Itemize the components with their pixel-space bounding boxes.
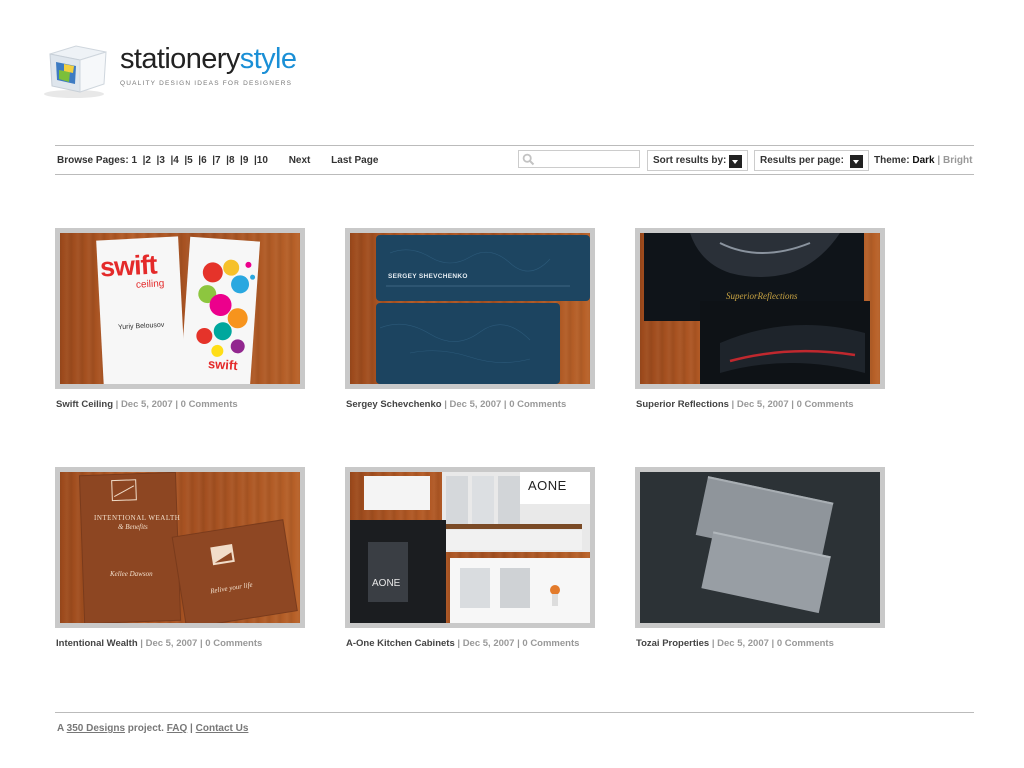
business-card-artwork <box>96 236 261 384</box>
theme-switcher: Theme: Dark | Bright <box>874 155 973 166</box>
theme-label: Theme: <box>874 155 910 166</box>
gallery-thumbnail[interactable]: SERGEY SHEVCHENKO <box>345 228 595 389</box>
350-designs-link[interactable]: 350 Designs <box>67 723 125 734</box>
page-link-10[interactable]: 10 <box>257 155 268 166</box>
post-date: Dec 5, 2007 <box>449 399 502 410</box>
comments-link[interactable]: 0 Comments <box>205 638 262 649</box>
post-date: Dec 5, 2007 <box>736 399 789 410</box>
chevron-down-icon <box>729 155 742 168</box>
card-brand-back: swift <box>207 355 239 374</box>
site-logo[interactable]: stationerystyle QUALITY DESIGN IDEAS FOR… <box>40 40 340 100</box>
business-card-artwork <box>644 233 870 384</box>
gallery-caption: A-One Kitchen Cabinets | Dec 5, 2007 | 0… <box>346 638 580 649</box>
business-card-artwork <box>350 472 590 623</box>
gallery-thumbnail[interactable]: AONE AONE <box>345 467 595 628</box>
business-card-artwork <box>695 476 834 614</box>
post-title-link[interactable]: Intentional Wealth <box>56 638 138 649</box>
post-date: Dec 5, 2007 <box>462 638 515 649</box>
card-sub: & Benefits <box>118 523 148 531</box>
gallery-thumbnail[interactable]: INTENTIONAL WEALTH & Benefits Kellee Daw… <box>55 467 305 628</box>
results-per-page-dropdown[interactable]: Results per page: <box>754 150 869 171</box>
page-link-2[interactable]: 2 <box>145 155 151 166</box>
stationery-box-icon <box>44 45 107 98</box>
gallery-caption: Superior Reflections | Dec 5, 2007 | 0 C… <box>636 399 854 410</box>
intentional-wealth-preview: INTENTIONAL WEALTH & Benefits Kellee Daw… <box>60 472 300 623</box>
gallery-thumbnail[interactable]: swift ceiling Yuriy Belousov swift <box>55 228 305 389</box>
card-person-name: Kellee Dawson <box>110 570 153 578</box>
contact-us-link[interactable]: Contact Us <box>196 723 249 734</box>
page-link-6[interactable]: 6 <box>201 155 207 166</box>
card-brand: INTENTIONAL WEALTH <box>94 514 181 522</box>
page-link-8[interactable]: 8 <box>229 155 235 166</box>
gallery-caption: Tozai Properties | Dec 5, 2007 | 0 Comme… <box>636 638 834 649</box>
post-title-link[interactable]: Sergey Schevchenko <box>346 399 442 410</box>
next-page-link[interactable]: Next <box>289 155 311 166</box>
results-per-page-label: Results per page: <box>760 155 844 166</box>
card-person-name: SERGEY SHEVCHENKO <box>388 273 468 280</box>
search-box <box>518 150 640 168</box>
theme-dark-option[interactable]: Dark <box>912 155 934 166</box>
card-brand: AONE <box>528 478 567 493</box>
business-card-artwork <box>376 235 590 384</box>
sergey-schevchenko-preview: SERGEY SHEVCHENKO <box>350 233 590 384</box>
site-title: stationerystyle <box>120 43 297 75</box>
business-card-artwork <box>78 472 298 623</box>
chevron-down-icon <box>850 155 863 168</box>
theme-bright-option[interactable]: Bright <box>943 155 972 166</box>
gallery-caption: Swift Ceiling | Dec 5, 2007 | 0 Comments <box>56 399 238 410</box>
page-link-5[interactable]: 5 <box>187 155 193 166</box>
footer-suffix: project. <box>127 723 164 734</box>
comments-link[interactable]: 0 Comments <box>777 638 834 649</box>
site-tagline: QUALITY DESIGN IDEAS FOR DESIGNERS <box>120 80 293 87</box>
gallery-caption: Sergey Schevchenko | Dec 5, 2007 | 0 Com… <box>346 399 567 410</box>
page-link-4[interactable]: 4 <box>173 155 179 166</box>
browse-pages-label: Browse Pages: <box>57 155 129 166</box>
gallery-thumbnail[interactable]: SuperiorReflections <box>635 228 885 389</box>
gallery-thumbnail[interactable] <box>635 467 885 628</box>
sort-results-label: Sort results by: <box>653 155 727 166</box>
post-title-link[interactable]: Superior Reflections <box>636 399 729 410</box>
results-toolbar: Browse Pages: 1 |2 |3 |4 |5 |6 |7 |8 |9 … <box>55 145 974 175</box>
last-page-link[interactable]: Last Page <box>331 155 378 166</box>
post-title-link[interactable]: Swift Ceiling <box>56 399 113 410</box>
footer-prefix: A <box>57 723 64 734</box>
footer-divider <box>55 712 974 713</box>
a-one-kitchen-cabinets-preview: AONE AONE <box>350 472 590 623</box>
page-link-1[interactable]: 1 <box>131 155 137 166</box>
superior-reflections-preview: SuperiorReflections <box>640 233 880 384</box>
page-link-3[interactable]: 3 <box>159 155 165 166</box>
sort-results-dropdown[interactable]: Sort results by: <box>647 150 748 171</box>
card-brand-dark: AONE <box>372 578 401 589</box>
comments-link[interactable]: 0 Comments <box>797 399 854 410</box>
post-date: Dec 5, 2007 <box>145 638 198 649</box>
gallery-caption: Intentional Wealth | Dec 5, 2007 | 0 Com… <box>56 638 263 649</box>
comments-link[interactable]: 0 Comments <box>522 638 579 649</box>
site-footer: A 350 Designs project. FAQ | Contact Us <box>57 723 249 734</box>
search-icon <box>522 153 535 166</box>
post-title-link[interactable]: A-One Kitchen Cabinets <box>346 638 455 649</box>
swift-ceiling-preview: swift ceiling Yuriy Belousov swift <box>60 233 300 384</box>
search-input[interactable] <box>537 152 635 166</box>
faq-link[interactable]: FAQ <box>167 723 188 734</box>
page-link-9[interactable]: 9 <box>243 155 249 166</box>
comments-link[interactable]: 0 Comments <box>181 399 238 410</box>
tozai-properties-preview <box>640 472 880 623</box>
post-date: Dec 5, 2007 <box>717 638 769 649</box>
post-title-link[interactable]: Tozai Properties <box>636 638 709 649</box>
post-date: Dec 5, 2007 <box>120 399 173 410</box>
card-brand: SuperiorReflections <box>726 291 798 301</box>
page-link-7[interactable]: 7 <box>215 155 221 166</box>
pagination: Browse Pages: 1 |2 |3 |4 |5 |6 |7 |8 |9 … <box>57 155 379 166</box>
comments-link[interactable]: 0 Comments <box>509 399 566 410</box>
card-sub: ceiling <box>135 278 165 291</box>
